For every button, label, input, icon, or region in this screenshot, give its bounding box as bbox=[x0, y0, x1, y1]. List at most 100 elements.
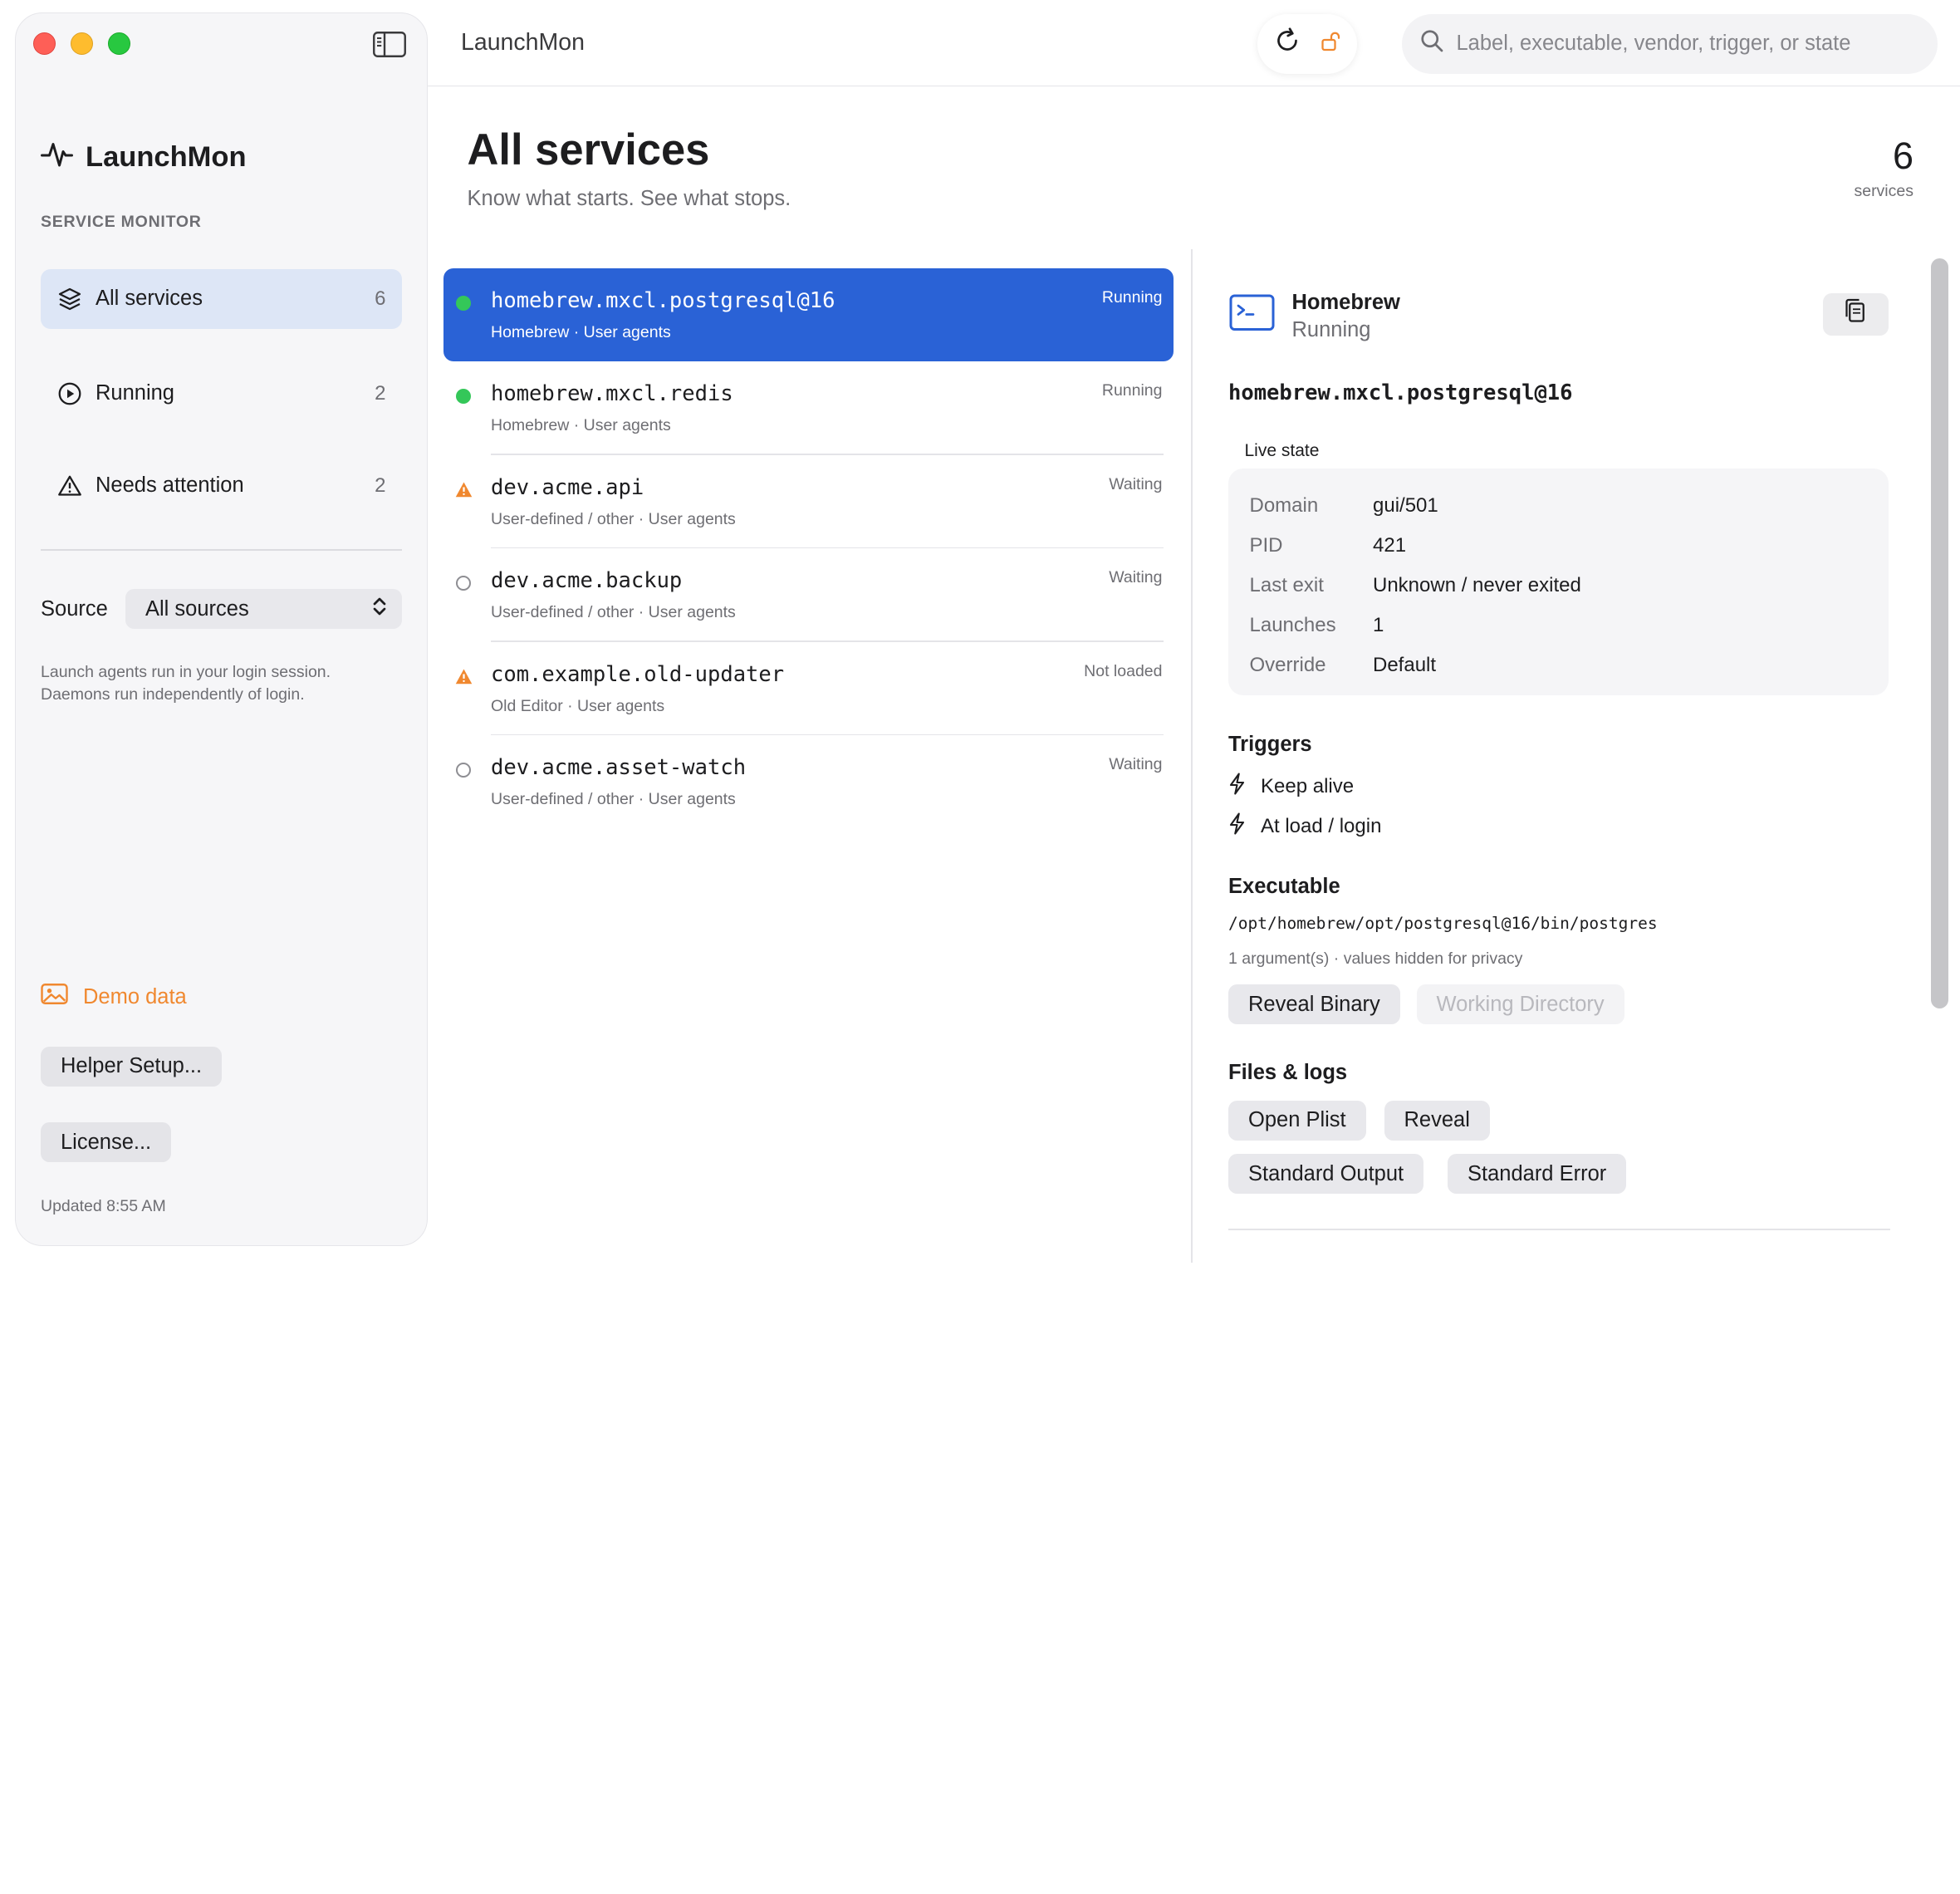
service-meta: User-defined / other · User agents bbox=[491, 603, 736, 621]
demo-data-label: Demo data bbox=[83, 984, 187, 1008]
service-meta: Homebrew · User agents bbox=[491, 322, 671, 341]
refresh-icon[interactable] bbox=[1272, 26, 1302, 61]
trigger-item: At load / login bbox=[1228, 812, 1381, 841]
app-window: LaunchMon SERVICE MONITOR All services 6… bbox=[0, 0, 1960, 1263]
warning-triangle-icon bbox=[455, 481, 473, 498]
unlock-icon[interactable] bbox=[1319, 30, 1341, 58]
live-state-key: Last exit bbox=[1249, 574, 1324, 596]
brand-name: LaunchMon bbox=[86, 140, 247, 173]
warning-triangle-icon bbox=[455, 668, 473, 685]
service-meta: Old Editor · User agents bbox=[491, 696, 665, 715]
service-list: homebrew.mxcl.postgresql@16 Homebrew · U… bbox=[443, 267, 1174, 829]
live-state-key: PID bbox=[1249, 534, 1283, 557]
sidebar-divider bbox=[41, 549, 402, 551]
source-note: Launch agents run in your login session.… bbox=[41, 663, 331, 704]
sidebar-toggle-icon[interactable] bbox=[372, 31, 407, 58]
updated-timestamp: Updated 8:55 AM bbox=[41, 1197, 166, 1215]
source-select[interactable]: All sources bbox=[125, 589, 402, 629]
sidebar-item-needs-attention[interactable]: Needs attention 2 bbox=[41, 456, 402, 516]
copy-button[interactable] bbox=[1822, 292, 1889, 336]
sidebar-item-running[interactable]: Running 2 bbox=[41, 364, 402, 424]
sidebar-item-label: All services bbox=[96, 287, 203, 310]
live-state-value: 1 bbox=[1373, 614, 1384, 636]
pulse-icon bbox=[41, 138, 73, 176]
live-state-row: Launches 1 bbox=[1250, 606, 1889, 645]
service-row[interactable]: homebrew.mxcl.postgresql@16 Homebrew · U… bbox=[443, 267, 1174, 361]
service-meta: User-defined / other · User agents bbox=[491, 509, 736, 528]
service-label: com.example.old-updater bbox=[491, 661, 785, 687]
detail-divider bbox=[1228, 1229, 1890, 1230]
service-label: dev.acme.backup bbox=[491, 568, 683, 593]
sidebar: LaunchMon SERVICE MONITOR All services 6… bbox=[15, 12, 428, 1246]
idle-circle-icon bbox=[455, 575, 473, 592]
sidebar-item-count: 2 bbox=[375, 381, 386, 405]
close-window-button[interactable] bbox=[33, 32, 56, 55]
page-subtitle: Know what starts. See what stops. bbox=[467, 187, 791, 210]
helper-setup-button[interactable]: Helper Setup... bbox=[41, 1046, 223, 1087]
live-state-row: Override Default bbox=[1250, 645, 1889, 685]
services-count-label: services bbox=[1854, 182, 1913, 200]
search-input[interactable] bbox=[1456, 32, 1918, 56]
service-row[interactable]: homebrew.mxcl.redis Homebrew · User agen… bbox=[443, 361, 1174, 455]
executable-path: /opt/homebrew/opt/postgresql@16/bin/post… bbox=[1228, 913, 1658, 933]
service-label: homebrew.mxcl.postgresql@16 bbox=[491, 287, 835, 313]
scrollbar-thumb[interactable] bbox=[1931, 258, 1948, 1008]
idle-circle-icon bbox=[455, 762, 473, 779]
sidebar-item-count: 6 bbox=[375, 287, 386, 310]
open-plist-button[interactable]: Open Plist bbox=[1228, 1100, 1366, 1141]
detail-vendor: Homebrew bbox=[1291, 290, 1400, 314]
detail-label: homebrew.mxcl.postgresql@16 bbox=[1228, 380, 1573, 405]
terminal-icon bbox=[1228, 293, 1276, 339]
sidebar-item-label: Running bbox=[96, 381, 174, 405]
bolt-icon bbox=[1228, 812, 1246, 841]
copy-icon bbox=[1843, 297, 1868, 331]
service-label: dev.acme.asset-watch bbox=[491, 755, 747, 780]
toolbar-actions bbox=[1257, 13, 1357, 74]
files-logs-heading: Files & logs bbox=[1228, 1060, 1348, 1084]
window-controls bbox=[33, 32, 130, 55]
running-indicator-icon bbox=[455, 388, 473, 405]
service-state: Not loaded bbox=[1084, 661, 1163, 680]
reveal-binary-button[interactable]: Reveal Binary bbox=[1228, 984, 1400, 1024]
reveal-button[interactable]: Reveal bbox=[1384, 1100, 1490, 1141]
live-state-key: Domain bbox=[1249, 494, 1319, 517]
service-label: dev.acme.api bbox=[491, 474, 644, 500]
running-indicator-icon bbox=[455, 294, 473, 312]
minimize-window-button[interactable] bbox=[71, 32, 93, 55]
play-circle-icon bbox=[57, 381, 82, 406]
live-state-row: Domain gui/501 bbox=[1250, 486, 1889, 526]
warning-icon bbox=[57, 474, 82, 498]
service-row[interactable]: dev.acme.api User-defined / other · User… bbox=[443, 455, 1174, 548]
license-button[interactable]: License... bbox=[41, 1122, 172, 1162]
standard-output-button[interactable]: Standard Output bbox=[1228, 1154, 1424, 1194]
live-state-value: Default bbox=[1373, 654, 1437, 676]
zoom-window-button[interactable] bbox=[108, 32, 130, 55]
pane-divider bbox=[1191, 249, 1193, 1263]
source-select-value: All sources bbox=[145, 596, 249, 621]
sidebar-item-all-services[interactable]: All services 6 bbox=[41, 268, 402, 329]
demo-data-indicator[interactable]: Demo data bbox=[41, 983, 187, 1011]
trigger-label: At load / login bbox=[1261, 815, 1382, 837]
working-directory-button[interactable]: Working Directory bbox=[1416, 984, 1624, 1024]
live-state-value: gui/501 bbox=[1373, 494, 1438, 517]
service-state: Waiting bbox=[1109, 474, 1163, 493]
source-label: Source bbox=[41, 596, 108, 621]
service-state: Waiting bbox=[1109, 568, 1163, 586]
toolbar: LaunchMon bbox=[427, 0, 1960, 86]
source-filter: Source All sources bbox=[41, 589, 402, 629]
service-label: homebrew.mxcl.redis bbox=[491, 381, 733, 406]
triggers-heading: Triggers bbox=[1228, 733, 1312, 756]
trigger-label: Keep alive bbox=[1261, 775, 1355, 797]
sidebar-item-count: 2 bbox=[375, 474, 386, 497]
service-meta: Homebrew · User agents bbox=[491, 416, 671, 434]
service-row[interactable]: dev.acme.asset-watch User-defined / othe… bbox=[443, 735, 1174, 829]
services-count: 6 bbox=[1892, 135, 1913, 177]
stack-icon bbox=[57, 287, 82, 312]
standard-error-button[interactable]: Standard Error bbox=[1448, 1154, 1627, 1194]
detail-status: Running bbox=[1291, 317, 1371, 341]
service-row[interactable]: dev.acme.backup User-defined / other · U… bbox=[443, 548, 1174, 642]
service-row[interactable]: com.example.old-updater Old Editor · Use… bbox=[443, 642, 1174, 735]
live-state-title: Live state bbox=[1244, 441, 1320, 460]
search-field[interactable] bbox=[1401, 13, 1938, 74]
section-label: SERVICE MONITOR bbox=[41, 213, 202, 231]
